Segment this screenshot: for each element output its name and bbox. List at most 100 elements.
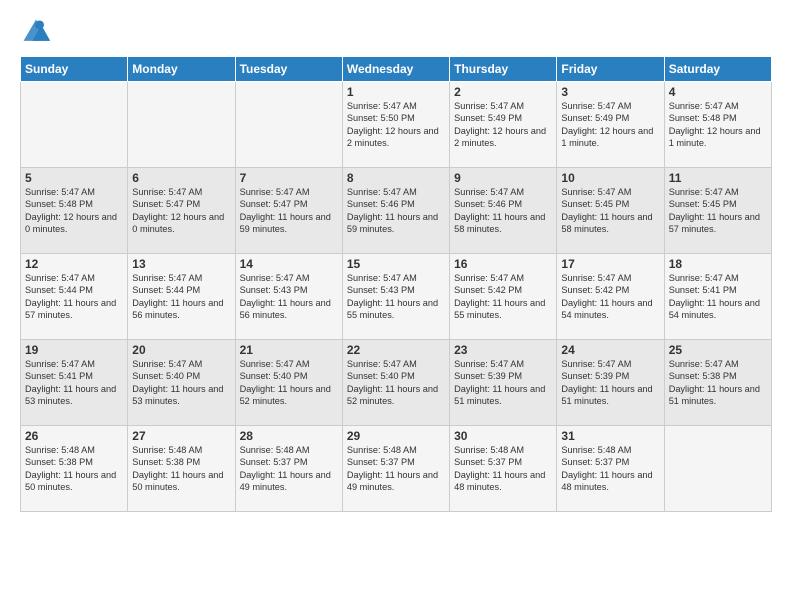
calendar-week-5: 26Sunrise: 5:48 AM Sunset: 5:38 PM Dayli…	[21, 426, 772, 512]
calendar-cell: 25Sunrise: 5:47 AM Sunset: 5:38 PM Dayli…	[664, 340, 771, 426]
day-number: 3	[561, 85, 659, 99]
calendar-cell: 18Sunrise: 5:47 AM Sunset: 5:41 PM Dayli…	[664, 254, 771, 340]
calendar-cell	[128, 82, 235, 168]
calendar-week-3: 12Sunrise: 5:47 AM Sunset: 5:44 PM Dayli…	[21, 254, 772, 340]
day-header-saturday: Saturday	[664, 57, 771, 82]
day-number: 29	[347, 429, 445, 443]
day-number: 28	[240, 429, 338, 443]
day-detail: Sunrise: 5:47 AM Sunset: 5:38 PM Dayligh…	[669, 358, 767, 408]
day-number: 16	[454, 257, 552, 271]
day-number: 27	[132, 429, 230, 443]
calendar-cell: 5Sunrise: 5:47 AM Sunset: 5:48 PM Daylig…	[21, 168, 128, 254]
day-detail: Sunrise: 5:47 AM Sunset: 5:40 PM Dayligh…	[132, 358, 230, 408]
day-number: 30	[454, 429, 552, 443]
day-header-tuesday: Tuesday	[235, 57, 342, 82]
calendar-table: SundayMondayTuesdayWednesdayThursdayFrid…	[20, 56, 772, 512]
logo-icon	[20, 16, 52, 48]
calendar-cell: 12Sunrise: 5:47 AM Sunset: 5:44 PM Dayli…	[21, 254, 128, 340]
calendar-cell: 27Sunrise: 5:48 AM Sunset: 5:38 PM Dayli…	[128, 426, 235, 512]
day-number: 25	[669, 343, 767, 357]
calendar-cell: 3Sunrise: 5:47 AM Sunset: 5:49 PM Daylig…	[557, 82, 664, 168]
calendar-cell: 15Sunrise: 5:47 AM Sunset: 5:43 PM Dayli…	[342, 254, 449, 340]
day-detail: Sunrise: 5:47 AM Sunset: 5:48 PM Dayligh…	[25, 186, 123, 236]
calendar-cell: 29Sunrise: 5:48 AM Sunset: 5:37 PM Dayli…	[342, 426, 449, 512]
calendar-cell: 14Sunrise: 5:47 AM Sunset: 5:43 PM Dayli…	[235, 254, 342, 340]
calendar-cell: 28Sunrise: 5:48 AM Sunset: 5:37 PM Dayli…	[235, 426, 342, 512]
day-detail: Sunrise: 5:47 AM Sunset: 5:43 PM Dayligh…	[347, 272, 445, 322]
calendar-cell: 23Sunrise: 5:47 AM Sunset: 5:39 PM Dayli…	[450, 340, 557, 426]
day-detail: Sunrise: 5:48 AM Sunset: 5:37 PM Dayligh…	[454, 444, 552, 494]
day-number: 8	[347, 171, 445, 185]
day-number: 26	[25, 429, 123, 443]
calendar-cell: 13Sunrise: 5:47 AM Sunset: 5:44 PM Dayli…	[128, 254, 235, 340]
day-number: 10	[561, 171, 659, 185]
calendar-cell: 24Sunrise: 5:47 AM Sunset: 5:39 PM Dayli…	[557, 340, 664, 426]
header	[20, 16, 772, 48]
calendar-page: SundayMondayTuesdayWednesdayThursdayFrid…	[0, 0, 792, 612]
day-detail: Sunrise: 5:47 AM Sunset: 5:42 PM Dayligh…	[454, 272, 552, 322]
day-number: 15	[347, 257, 445, 271]
day-header-thursday: Thursday	[450, 57, 557, 82]
day-number: 17	[561, 257, 659, 271]
calendar-cell: 4Sunrise: 5:47 AM Sunset: 5:48 PM Daylig…	[664, 82, 771, 168]
day-number: 2	[454, 85, 552, 99]
calendar-cell: 9Sunrise: 5:47 AM Sunset: 5:46 PM Daylig…	[450, 168, 557, 254]
day-detail: Sunrise: 5:47 AM Sunset: 5:42 PM Dayligh…	[561, 272, 659, 322]
day-detail: Sunrise: 5:48 AM Sunset: 5:38 PM Dayligh…	[132, 444, 230, 494]
day-detail: Sunrise: 5:47 AM Sunset: 5:47 PM Dayligh…	[240, 186, 338, 236]
day-detail: Sunrise: 5:47 AM Sunset: 5:41 PM Dayligh…	[669, 272, 767, 322]
day-number: 19	[25, 343, 123, 357]
calendar-cell: 19Sunrise: 5:47 AM Sunset: 5:41 PM Dayli…	[21, 340, 128, 426]
day-detail: Sunrise: 5:47 AM Sunset: 5:46 PM Dayligh…	[454, 186, 552, 236]
day-detail: Sunrise: 5:47 AM Sunset: 5:49 PM Dayligh…	[454, 100, 552, 150]
day-header-wednesday: Wednesday	[342, 57, 449, 82]
day-detail: Sunrise: 5:47 AM Sunset: 5:39 PM Dayligh…	[561, 358, 659, 408]
day-number: 13	[132, 257, 230, 271]
day-number: 4	[669, 85, 767, 99]
calendar-header-row: SundayMondayTuesdayWednesdayThursdayFrid…	[21, 57, 772, 82]
day-number: 7	[240, 171, 338, 185]
day-detail: Sunrise: 5:47 AM Sunset: 5:44 PM Dayligh…	[132, 272, 230, 322]
day-number: 23	[454, 343, 552, 357]
day-number: 11	[669, 171, 767, 185]
day-number: 14	[240, 257, 338, 271]
calendar-week-1: 1Sunrise: 5:47 AM Sunset: 5:50 PM Daylig…	[21, 82, 772, 168]
day-detail: Sunrise: 5:48 AM Sunset: 5:37 PM Dayligh…	[347, 444, 445, 494]
calendar-cell: 31Sunrise: 5:48 AM Sunset: 5:37 PM Dayli…	[557, 426, 664, 512]
calendar-cell: 17Sunrise: 5:47 AM Sunset: 5:42 PM Dayli…	[557, 254, 664, 340]
calendar-cell: 21Sunrise: 5:47 AM Sunset: 5:40 PM Dayli…	[235, 340, 342, 426]
calendar-cell: 2Sunrise: 5:47 AM Sunset: 5:49 PM Daylig…	[450, 82, 557, 168]
calendar-cell: 20Sunrise: 5:47 AM Sunset: 5:40 PM Dayli…	[128, 340, 235, 426]
day-detail: Sunrise: 5:47 AM Sunset: 5:43 PM Dayligh…	[240, 272, 338, 322]
calendar-cell: 11Sunrise: 5:47 AM Sunset: 5:45 PM Dayli…	[664, 168, 771, 254]
calendar-cell: 8Sunrise: 5:47 AM Sunset: 5:46 PM Daylig…	[342, 168, 449, 254]
calendar-week-4: 19Sunrise: 5:47 AM Sunset: 5:41 PM Dayli…	[21, 340, 772, 426]
day-detail: Sunrise: 5:48 AM Sunset: 5:37 PM Dayligh…	[561, 444, 659, 494]
day-detail: Sunrise: 5:47 AM Sunset: 5:48 PM Dayligh…	[669, 100, 767, 150]
calendar-cell	[664, 426, 771, 512]
day-detail: Sunrise: 5:47 AM Sunset: 5:40 PM Dayligh…	[347, 358, 445, 408]
day-detail: Sunrise: 5:47 AM Sunset: 5:47 PM Dayligh…	[132, 186, 230, 236]
day-number: 20	[132, 343, 230, 357]
day-header-monday: Monday	[128, 57, 235, 82]
day-number: 5	[25, 171, 123, 185]
day-detail: Sunrise: 5:48 AM Sunset: 5:37 PM Dayligh…	[240, 444, 338, 494]
calendar-cell: 1Sunrise: 5:47 AM Sunset: 5:50 PM Daylig…	[342, 82, 449, 168]
calendar-cell: 26Sunrise: 5:48 AM Sunset: 5:38 PM Dayli…	[21, 426, 128, 512]
day-detail: Sunrise: 5:48 AM Sunset: 5:38 PM Dayligh…	[25, 444, 123, 494]
day-number: 31	[561, 429, 659, 443]
day-number: 18	[669, 257, 767, 271]
day-number: 12	[25, 257, 123, 271]
calendar-cell: 7Sunrise: 5:47 AM Sunset: 5:47 PM Daylig…	[235, 168, 342, 254]
calendar-cell	[235, 82, 342, 168]
day-detail: Sunrise: 5:47 AM Sunset: 5:46 PM Dayligh…	[347, 186, 445, 236]
day-detail: Sunrise: 5:47 AM Sunset: 5:50 PM Dayligh…	[347, 100, 445, 150]
calendar-cell: 10Sunrise: 5:47 AM Sunset: 5:45 PM Dayli…	[557, 168, 664, 254]
calendar-cell	[21, 82, 128, 168]
day-detail: Sunrise: 5:47 AM Sunset: 5:44 PM Dayligh…	[25, 272, 123, 322]
day-number: 21	[240, 343, 338, 357]
calendar-cell: 6Sunrise: 5:47 AM Sunset: 5:47 PM Daylig…	[128, 168, 235, 254]
day-header-friday: Friday	[557, 57, 664, 82]
calendar-cell: 22Sunrise: 5:47 AM Sunset: 5:40 PM Dayli…	[342, 340, 449, 426]
day-number: 22	[347, 343, 445, 357]
